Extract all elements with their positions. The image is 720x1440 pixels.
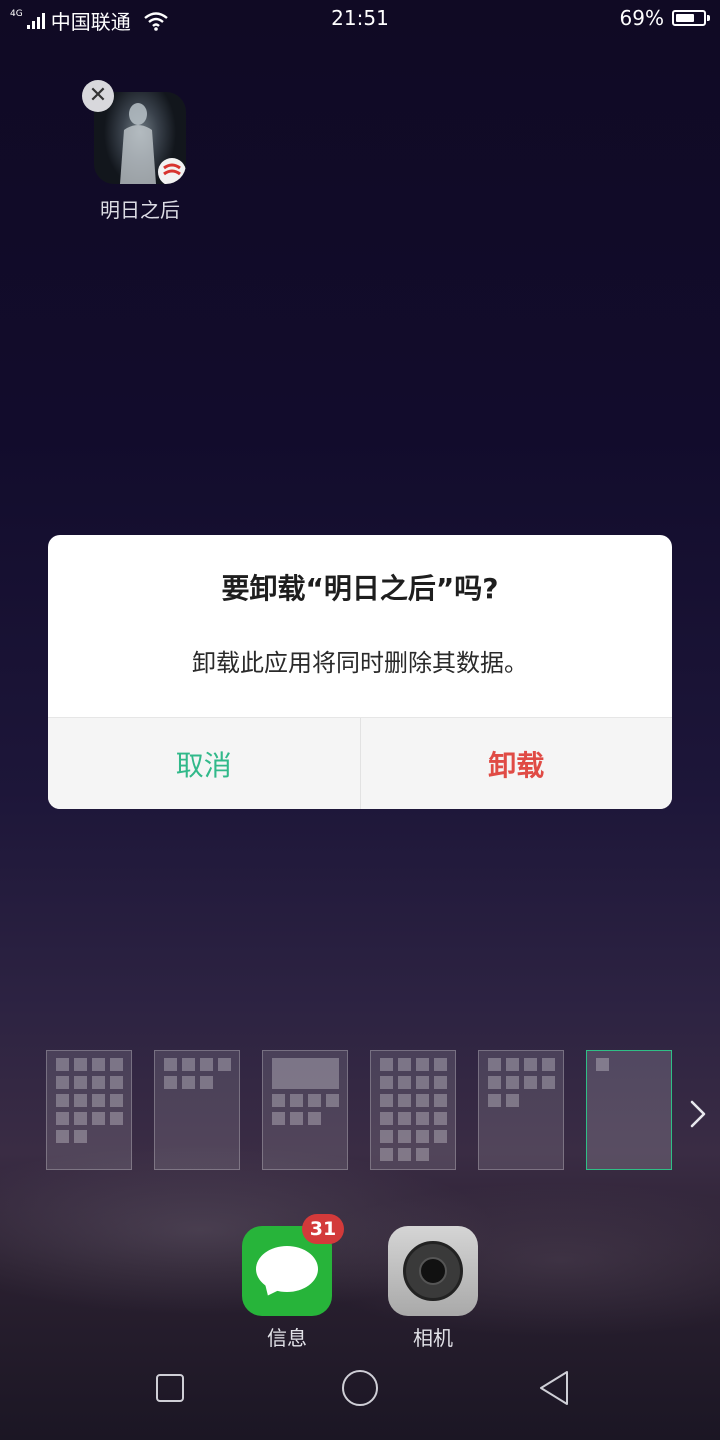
dock-label: 相机 bbox=[413, 1326, 453, 1350]
close-icon[interactable]: ✕ bbox=[82, 80, 114, 112]
dock-label: 信息 bbox=[267, 1326, 307, 1350]
recents-button[interactable] bbox=[140, 1358, 200, 1418]
status-bar: 4G 中国联通 21:51 69% bbox=[0, 0, 720, 38]
dock-app-messages[interactable]: 31 信息 bbox=[242, 1214, 344, 1351]
dialog-title: 要卸载“明日之后”吗? bbox=[221, 572, 499, 605]
battery-icon bbox=[672, 10, 710, 26]
home-circle-icon bbox=[342, 1370, 378, 1406]
uninstall-button[interactable]: 卸载 bbox=[361, 718, 673, 809]
back-triangle-icon bbox=[540, 1371, 568, 1405]
app-label: 明日之后 bbox=[100, 198, 180, 222]
page-thumbnail[interactable] bbox=[46, 1050, 132, 1170]
back-button[interactable] bbox=[524, 1358, 584, 1418]
page-thumbnail[interactable] bbox=[154, 1050, 240, 1170]
page-thumbnail[interactable] bbox=[370, 1050, 456, 1170]
page-thumbnail-active[interactable] bbox=[586, 1050, 672, 1170]
chevron-right-icon[interactable] bbox=[686, 1098, 710, 1130]
dialog-message: 卸载此应用将同时删除其数据。 bbox=[192, 649, 528, 677]
dialog-actions: 取消 卸载 bbox=[48, 717, 672, 809]
cancel-button[interactable]: 取消 bbox=[48, 718, 361, 809]
camera-lens-icon[interactable] bbox=[388, 1226, 478, 1316]
page-thumbnail[interactable] bbox=[262, 1050, 348, 1170]
unread-badge: 31 bbox=[302, 1214, 344, 1244]
battery-fill bbox=[676, 14, 694, 22]
navigation-bar bbox=[0, 1358, 720, 1428]
page-thumbnail[interactable] bbox=[478, 1050, 564, 1170]
dock-app-camera[interactable]: 相机 bbox=[388, 1226, 478, 1351]
uninstall-dialog: 要卸载“明日之后”吗? 卸载此应用将同时删除其数据。 取消 卸载 bbox=[48, 535, 672, 809]
status-right: 69% bbox=[619, 6, 710, 30]
clock: 21:51 bbox=[331, 6, 389, 30]
recents-square-icon bbox=[156, 1374, 184, 1402]
battery-percent: 69% bbox=[619, 6, 664, 30]
home-button[interactable] bbox=[330, 1358, 390, 1418]
page-thumbnails bbox=[46, 1050, 672, 1170]
message-bubble-icon[interactable]: 31 bbox=[242, 1214, 344, 1316]
